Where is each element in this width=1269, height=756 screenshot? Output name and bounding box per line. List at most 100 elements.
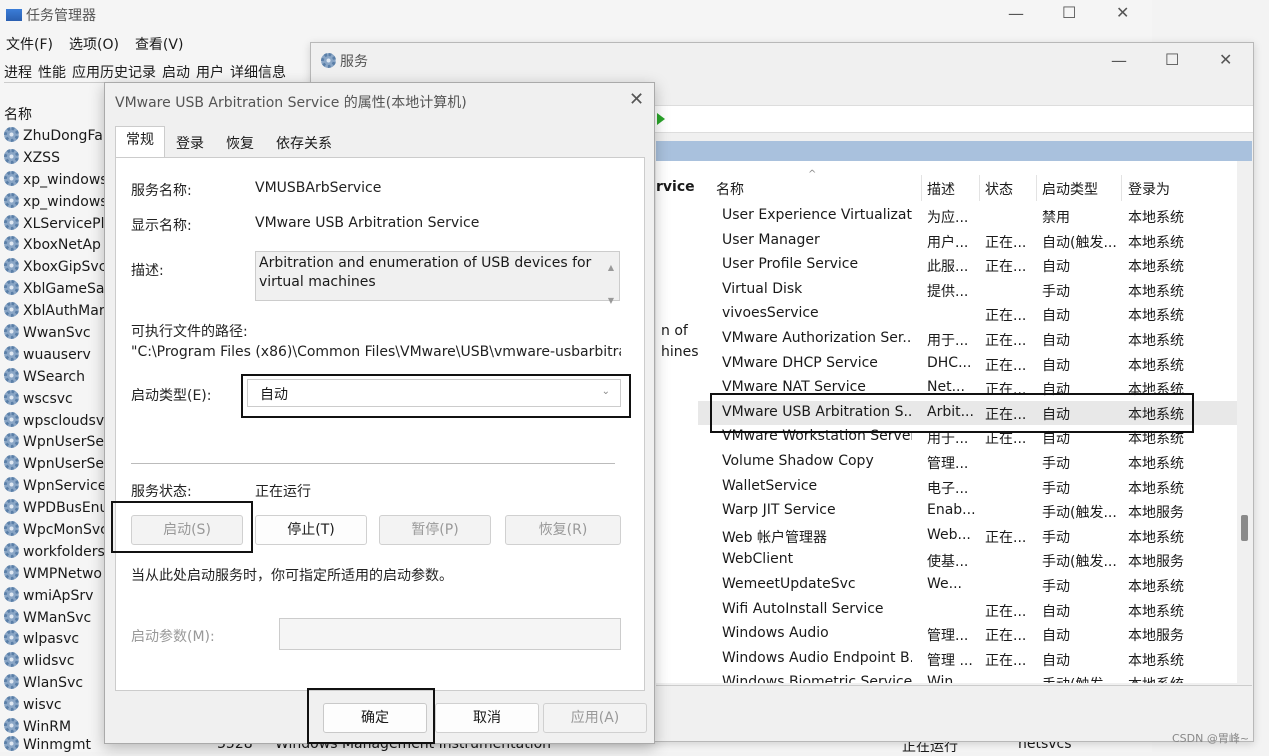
table-row[interactable]: User Experience Virtualizat... 为应... 禁用 本地系… bbox=[698, 204, 1252, 229]
table-cell: 手动(触发... bbox=[1042, 674, 1122, 683]
header-status[interactable]: 状态 bbox=[985, 179, 1013, 199]
cancel-button[interactable]: 取消 bbox=[435, 703, 539, 733]
table-row[interactable]: WebClient 使基... 手动(触发... 本地服务 bbox=[698, 548, 1252, 573]
menu-view[interactable]: 查看(V) bbox=[135, 34, 184, 54]
header-description[interactable]: 描述 bbox=[927, 179, 955, 199]
list-item[interactable]: wpscloudsvr bbox=[4, 411, 104, 433]
header-startup-type[interactable]: 启动类型 bbox=[1042, 179, 1098, 199]
list-item[interactable]: WMPNetwo bbox=[4, 564, 104, 586]
table-row[interactable]: VMware DHCP Service DHC... 正在... 自动 本地系统 bbox=[698, 352, 1252, 377]
scrollbar[interactable] bbox=[1237, 161, 1252, 683]
description-box[interactable]: Arbitration and enumeration of USB devic… bbox=[255, 251, 620, 305]
description-scrollbar[interactable]: ▲ ▼ bbox=[603, 252, 619, 305]
table-row[interactable]: User Manager 用户... 正在... 自动(触发... 本地系统 bbox=[698, 229, 1252, 254]
table-cell: 本地系统 bbox=[1128, 210, 1184, 226]
table-row[interactable]: WalletService 电子... 手动 本地系统 bbox=[698, 475, 1252, 500]
list-item[interactable]: WpnUserSer bbox=[4, 432, 104, 454]
pause-button[interactable]: 暂停(P) bbox=[379, 515, 491, 545]
list-item[interactable]: wisvc bbox=[4, 695, 104, 717]
service-list: ZhuDongFa XZSS xp_windows xp_windows XLServi… bbox=[4, 126, 104, 739]
header-bar bbox=[656, 141, 1252, 161]
resume-button[interactable]: 恢复(R) bbox=[505, 515, 621, 545]
list-item[interactable]: WpcMonSvc bbox=[4, 520, 104, 542]
tab-app-history[interactable]: 应用历史记录 bbox=[72, 62, 156, 82]
list-item[interactable]: XLServicePl bbox=[4, 214, 104, 236]
list-item[interactable]: wscsvc bbox=[4, 389, 104, 411]
table-row[interactable]: Windows Audio 管理... 正在... 自动 本地服务 bbox=[698, 622, 1252, 647]
list-item[interactable]: WlanSvc bbox=[4, 673, 104, 695]
table-row[interactable]: Virtual Disk 提供... 手动 本地系统 bbox=[698, 278, 1252, 303]
stop-button[interactable]: 停止(T) bbox=[255, 515, 367, 545]
list-item[interactable]: wlpasvc bbox=[4, 629, 104, 651]
close-icon[interactable]: ✕ bbox=[1219, 50, 1232, 69]
services-rows: User Experience Virtualizat... 为应... 禁用 本地系… bbox=[698, 204, 1252, 683]
table-row[interactable]: Windows Audio Endpoint B... 管理 ... 正在... 自动… bbox=[698, 647, 1252, 672]
gear-icon bbox=[4, 389, 19, 405]
apply-button[interactable]: 应用(A) bbox=[543, 703, 647, 733]
close-icon[interactable]: ✕ bbox=[629, 89, 644, 110]
list-item[interactable]: wuauserv bbox=[4, 345, 104, 367]
tab-startup[interactable]: 启动 bbox=[162, 62, 190, 82]
list-item[interactable]: XboxGipSvc bbox=[4, 257, 104, 279]
maximize-icon[interactable]: ☐ bbox=[1062, 3, 1076, 22]
table-row[interactable]: Windows Biometric Service Win... 手动(触发... 本… bbox=[698, 671, 1252, 683]
tab-recovery[interactable]: 恢复 bbox=[215, 128, 265, 158]
minimize-icon[interactable]: — bbox=[1111, 51, 1127, 70]
table-cell: 本地系统 bbox=[1128, 332, 1184, 349]
tab-general[interactable]: 常规 bbox=[115, 126, 165, 158]
menu-file[interactable]: 文件(F) bbox=[6, 34, 53, 54]
table-row[interactable]: WemeetUpdateSvc We... 手动 本地系统 bbox=[698, 573, 1252, 598]
tab-processes[interactable]: 进程 bbox=[4, 62, 32, 82]
list-item[interactable]: xp_windows bbox=[4, 192, 104, 214]
column-header-name[interactable]: 名称 bbox=[4, 104, 32, 124]
tab-logon[interactable]: 登录 bbox=[165, 128, 215, 158]
table-cell: 管理... bbox=[927, 628, 969, 645]
table-cell: 手动 bbox=[1042, 578, 1070, 595]
list-item[interactable]: workfolders bbox=[4, 542, 104, 564]
param-label: 启动参数(M): bbox=[131, 629, 215, 645]
list-item[interactable]: WManSvc bbox=[4, 608, 104, 630]
list-item[interactable]: WPDBusEnu bbox=[4, 498, 104, 520]
list-item[interactable]: XboxNetAp bbox=[4, 235, 104, 257]
minimize-icon[interactable]: — bbox=[1008, 4, 1024, 23]
list-item[interactable]: WpnService bbox=[4, 476, 104, 498]
menu-options[interactable]: 选项(O) bbox=[69, 34, 119, 54]
list-item[interactable]: WwanSvc bbox=[4, 323, 104, 345]
tab-details[interactable]: 详细信息 bbox=[230, 62, 286, 82]
table-row[interactable]: vivoesService 正在... 自动 本地系统 bbox=[698, 302, 1252, 327]
list-item[interactable]: ZhuDongFa bbox=[4, 126, 104, 148]
description-label: 描述: bbox=[131, 263, 164, 279]
table-row[interactable]: Wifi AutoInstall Service 正在... 自动 本地系统 bbox=[698, 598, 1252, 623]
tab-dependencies[interactable]: 依存关系 bbox=[265, 128, 343, 158]
list-item[interactable]: XblGameSav bbox=[4, 279, 104, 301]
list-item[interactable]: xp_windows bbox=[4, 170, 104, 192]
table-cell: WemeetUpdateSvc bbox=[722, 575, 856, 592]
gear-icon bbox=[4, 586, 19, 602]
tab-users[interactable]: 用户 bbox=[196, 62, 224, 82]
gear-icon bbox=[4, 302, 19, 318]
tab-performance[interactable]: 性能 bbox=[38, 62, 66, 82]
maximize-icon[interactable]: ☐ bbox=[1165, 50, 1179, 69]
table-row[interactable]: VMware Authorization Ser... 用于... 正在... 自动 本… bbox=[698, 327, 1252, 352]
list-item[interactable]: wmiApSrv bbox=[4, 586, 104, 608]
close-icon[interactable]: ✕ bbox=[1116, 3, 1129, 22]
table-cell: 自动 bbox=[1042, 628, 1070, 645]
table-row[interactable]: Volume Shadow Copy 管理... 手动 本地系统 bbox=[698, 450, 1252, 475]
table-row[interactable]: Warp JIT Service Enab... 手动(触发... 本地服务 bbox=[698, 499, 1252, 524]
list-item[interactable]: WpnUserSer bbox=[4, 454, 104, 476]
scrollbar-thumb[interactable] bbox=[1241, 515, 1248, 541]
list-item[interactable]: wlidsvc bbox=[4, 651, 104, 673]
gear-icon bbox=[4, 696, 19, 712]
header-name[interactable]: 名称 bbox=[716, 179, 744, 199]
header-logon-as[interactable]: 登录为 bbox=[1128, 179, 1170, 199]
list-item[interactable]: XZSS bbox=[4, 148, 104, 170]
table-row[interactable]: Web 帐户管理器 Web... 正在... 手动 本地系统 bbox=[698, 524, 1252, 549]
list-item[interactable]: WSearch bbox=[4, 367, 104, 389]
param-input[interactable] bbox=[279, 618, 621, 650]
play-icon[interactable] bbox=[657, 113, 665, 125]
table-row[interactable]: User Profile Service 此服... 正在... 自动 本地系统 bbox=[698, 253, 1252, 278]
table-cell: 正在... bbox=[985, 603, 1027, 620]
list-item[interactable]: XblAuthMar bbox=[4, 301, 104, 323]
table-cell: Windows Biometric Service bbox=[722, 674, 912, 683]
status-bar bbox=[656, 685, 1252, 709]
